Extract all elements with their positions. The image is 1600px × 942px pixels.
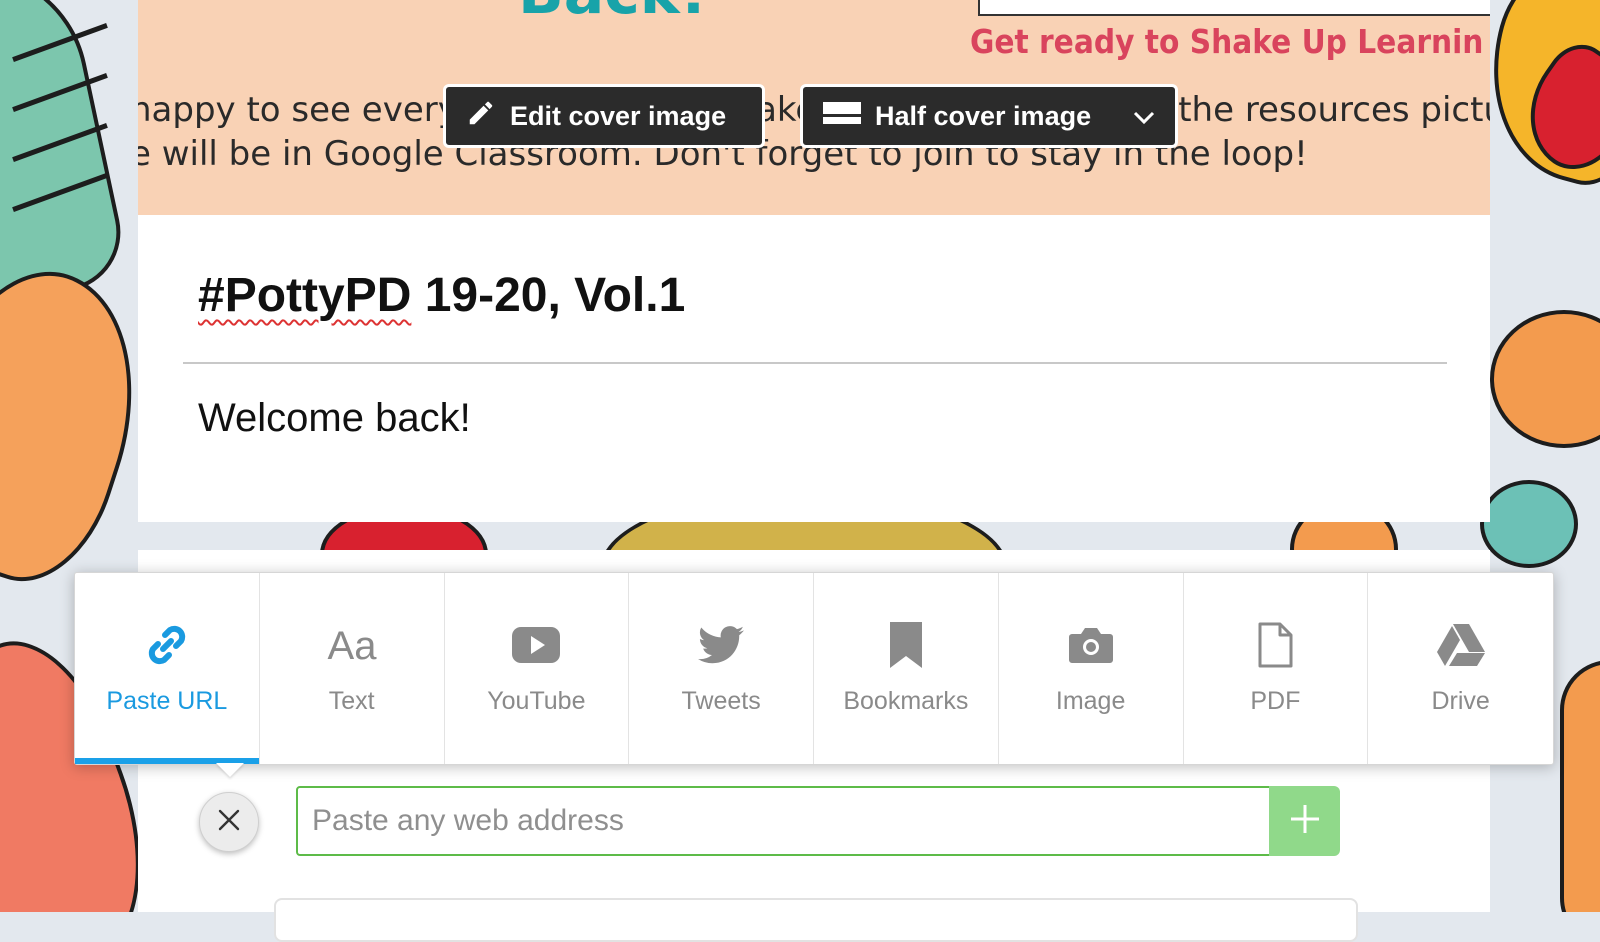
link-icon <box>143 621 191 669</box>
twitter-icon <box>698 621 745 669</box>
plus-icon <box>1288 802 1322 840</box>
tab-label: Text <box>328 687 375 715</box>
tab-label: Drive <box>1431 687 1490 715</box>
tab-label: YouTube <box>487 687 586 715</box>
tab-label: Image <box>1055 687 1126 715</box>
tab-youtube[interactable]: YouTube <box>445 573 630 764</box>
paste-url-input[interactable] <box>296 786 1271 856</box>
drive-icon <box>1436 621 1485 669</box>
svg-text:Aa: Aa <box>327 624 377 668</box>
collection-card: Back! Get ready to Shake Up Learnin happ… <box>138 0 1490 522</box>
close-toolbar-button[interactable] <box>199 792 259 852</box>
camera-icon <box>1068 621 1114 669</box>
bookmark-icon <box>888 621 924 669</box>
collection-title-rest: 19-20, Vol.1 <box>411 269 686 322</box>
tab-label: Tweets <box>681 687 761 715</box>
tab-label: Bookmarks <box>843 687 969 715</box>
toolbar-pointer <box>216 763 244 777</box>
youtube-icon <box>512 621 561 669</box>
add-url-button[interactable] <box>1269 786 1340 856</box>
file-icon <box>1257 621 1293 669</box>
background-doodle <box>1560 660 1600 912</box>
collection-description[interactable]: Welcome back! <box>198 396 471 441</box>
tab-paste-url[interactable]: Paste URL <box>75 573 260 764</box>
tab-pdf[interactable]: PDF <box>1184 573 1369 764</box>
tab-bookmarks[interactable]: Bookmarks <box>814 573 999 764</box>
background-doodle <box>1480 480 1578 568</box>
cover-image-box <box>978 0 1490 16</box>
cover-layout-dropdown[interactable]: Half cover image <box>800 84 1178 148</box>
cover-image-tagline: Get ready to Shake Up Learnin <box>970 22 1484 61</box>
cover-image-heading: Back! <box>518 0 707 28</box>
pencil-icon <box>466 98 496 135</box>
tab-tweets[interactable]: Tweets <box>629 573 814 764</box>
background-doodle <box>1490 310 1600 448</box>
title-divider <box>183 362 1447 364</box>
collection-title-hashtag: #PottyPD <box>198 269 412 322</box>
tab-image[interactable]: Image <box>999 573 1184 764</box>
chevron-down-icon <box>1133 101 1155 132</box>
close-icon <box>217 808 241 836</box>
collection-title[interactable]: #PottyPD 19-20, Vol.1 <box>198 268 685 323</box>
edit-cover-image-label: Edit cover image <box>510 100 727 131</box>
text-aa-icon: Aa <box>322 621 382 669</box>
cover-layout-label: Half cover image <box>875 100 1092 131</box>
tab-label: PDF <box>1250 687 1301 715</box>
cover-image: Back! Get ready to Shake Up Learnin happ… <box>138 0 1490 215</box>
edit-cover-image-button[interactable]: Edit cover image <box>443 84 765 148</box>
tab-text[interactable]: Aa Text <box>260 573 445 764</box>
next-item-card <box>274 898 1358 942</box>
tab-label: Paste URL <box>106 687 228 715</box>
half-cover-icon <box>823 101 861 132</box>
tab-drive[interactable]: Drive <box>1368 573 1553 764</box>
add-item-toolbar: Paste URL Aa Text YouTube Tweets Bookmar… <box>74 572 1554 765</box>
